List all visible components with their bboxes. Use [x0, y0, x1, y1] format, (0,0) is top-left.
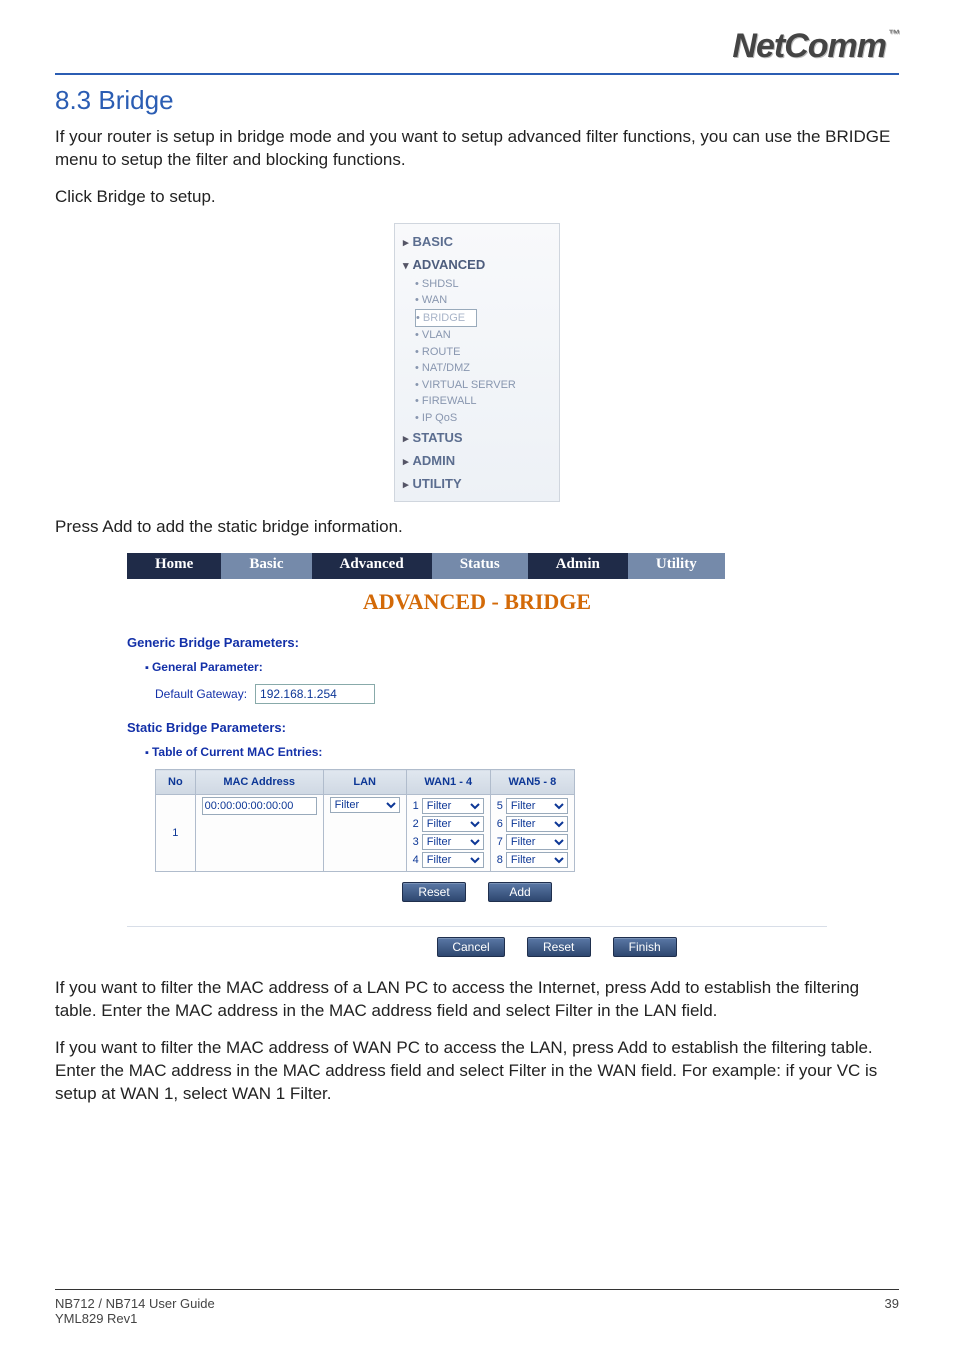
wan-num: 3	[413, 836, 419, 848]
mac-entries-table: No MAC Address LAN WAN1 - 4 WAN5 - 8 1 F…	[155, 769, 575, 872]
lan-select[interactable]: Filter	[330, 797, 400, 813]
tab-admin[interactable]: Admin	[528, 553, 628, 579]
nav-admin[interactable]: ▸ADMIN	[401, 449, 553, 472]
wan3-select[interactable]: Filter	[422, 834, 484, 850]
tab-home[interactable]: Home	[127, 553, 221, 579]
reset-button-small[interactable]: Reset	[402, 882, 466, 902]
col-wan58: WAN5 - 8	[490, 770, 574, 795]
wan-num: 5	[497, 800, 503, 812]
add-button[interactable]: Add	[488, 882, 552, 902]
wan-num: 2	[413, 818, 419, 830]
brand-logo: NetComm™	[732, 27, 899, 66]
tab-status[interactable]: Status	[432, 553, 528, 579]
caret-right-icon: ▸	[403, 433, 409, 445]
header-logo-row: NetComm™	[55, 20, 899, 75]
nav-status[interactable]: ▸STATUS	[401, 426, 553, 449]
wan-num: 6	[497, 818, 503, 830]
press-add-paragraph: Press Add to add the static bridge infor…	[55, 516, 899, 539]
brand-logo-text: NetComm	[732, 27, 886, 65]
col-mac: MAC Address	[195, 770, 323, 795]
nav-sub-bridge[interactable]: BRIDGE	[415, 309, 477, 328]
cell-no: 1	[156, 795, 196, 872]
click-bridge-paragraph: Click Bridge to setup.	[55, 186, 899, 209]
section-title: 8.3 Bridge	[55, 85, 899, 116]
caret-right-icon: ▸	[403, 456, 409, 468]
footer-page-number: 39	[885, 1296, 899, 1326]
mac-address-input[interactable]	[202, 797, 317, 815]
table-row: 1 Filter 1Filter 2Filter 3Filter 4Filter	[156, 795, 575, 872]
wan4-select[interactable]: Filter	[422, 852, 484, 868]
static-bridge-label: Static Bridge Parameters:	[127, 720, 827, 735]
tab-utility[interactable]: Utility	[628, 553, 725, 579]
caret-right-icon: ▸	[403, 237, 409, 249]
finish-button[interactable]: Finish	[613, 937, 677, 957]
caret-right-icon: ▸	[403, 479, 409, 491]
nav-basic[interactable]: ▸BASIC	[401, 230, 553, 253]
nav-sub-wan[interactable]: WAN	[415, 292, 553, 309]
nav-advanced-sub: SHDSL WAN BRIDGE VLAN ROUTE NAT/DMZ VIRT…	[401, 276, 553, 427]
nav-sub-vlan[interactable]: VLAN	[415, 327, 553, 344]
nav-sub-firewall[interactable]: FIREWALL	[415, 393, 553, 410]
nav-advanced[interactable]: ▾ADVANCED	[401, 253, 553, 276]
nav-sidebar: ▸BASIC ▾ADVANCED SHDSL WAN BRIDGE VLAN R…	[394, 223, 560, 503]
trademark: ™	[888, 27, 899, 41]
wan8-select[interactable]: Filter	[506, 852, 568, 868]
mac-table-label: Table of Current MAC Entries:	[145, 745, 827, 759]
wan2-select[interactable]: Filter	[422, 816, 484, 832]
general-parameter-label: General Parameter:	[145, 660, 827, 674]
nav-utility[interactable]: ▸UTILITY	[401, 472, 553, 495]
wan-num: 7	[497, 836, 503, 848]
divider	[127, 926, 827, 927]
lan-filter-paragraph: If you want to filter the MAC address of…	[55, 977, 899, 1023]
wan1-select[interactable]: Filter	[422, 798, 484, 814]
reset-button[interactable]: Reset	[527, 937, 591, 957]
col-wan14: WAN1 - 4	[406, 770, 490, 795]
wan-num: 4	[413, 854, 419, 866]
default-gateway-input[interactable]	[255, 684, 375, 704]
generic-bridge-label: Generic Bridge Parameters:	[127, 635, 827, 650]
nav-sub-route[interactable]: ROUTE	[415, 344, 553, 361]
page-title: ADVANCED - BRIDGE	[127, 579, 827, 629]
default-gateway-row: Default Gateway:	[155, 684, 827, 704]
tab-advanced[interactable]: Advanced	[312, 553, 432, 579]
footer-guide: NB712 / NB714 User Guide	[55, 1296, 215, 1311]
nav-sub-virtual-server[interactable]: VIRTUAL SERVER	[415, 377, 553, 394]
nav-sub-natdmz[interactable]: NAT/DMZ	[415, 360, 553, 377]
col-lan: LAN	[323, 770, 406, 795]
wan5-select[interactable]: Filter	[506, 798, 568, 814]
intro-paragraph: If your router is setup in bridge mode a…	[55, 126, 899, 172]
tab-basic[interactable]: Basic	[221, 553, 311, 579]
col-no: No	[156, 770, 196, 795]
nav-sub-ipqos[interactable]: IP QoS	[415, 410, 553, 427]
wan-filter-paragraph: If you want to filter the MAC address of…	[55, 1037, 899, 1106]
wan-num: 8	[497, 854, 503, 866]
wan6-select[interactable]: Filter	[506, 816, 568, 832]
page-footer: NB712 / NB714 User Guide YML829 Rev1 39	[55, 1289, 899, 1326]
nav-sub-shdsl[interactable]: SHDSL	[415, 276, 553, 293]
tab-bar: Home Basic Advanced Status Admin Utility	[127, 553, 827, 579]
wan7-select[interactable]: Filter	[506, 834, 568, 850]
footer-left: NB712 / NB714 User Guide YML829 Rev1	[55, 1296, 215, 1326]
cancel-button[interactable]: Cancel	[437, 937, 504, 957]
wan-num: 1	[413, 800, 419, 812]
footer-rev: YML829 Rev1	[55, 1311, 215, 1326]
config-panel: Home Basic Advanced Status Admin Utility…	[127, 553, 827, 963]
caret-down-icon: ▾	[403, 260, 409, 272]
default-gateway-label: Default Gateway:	[155, 687, 247, 701]
